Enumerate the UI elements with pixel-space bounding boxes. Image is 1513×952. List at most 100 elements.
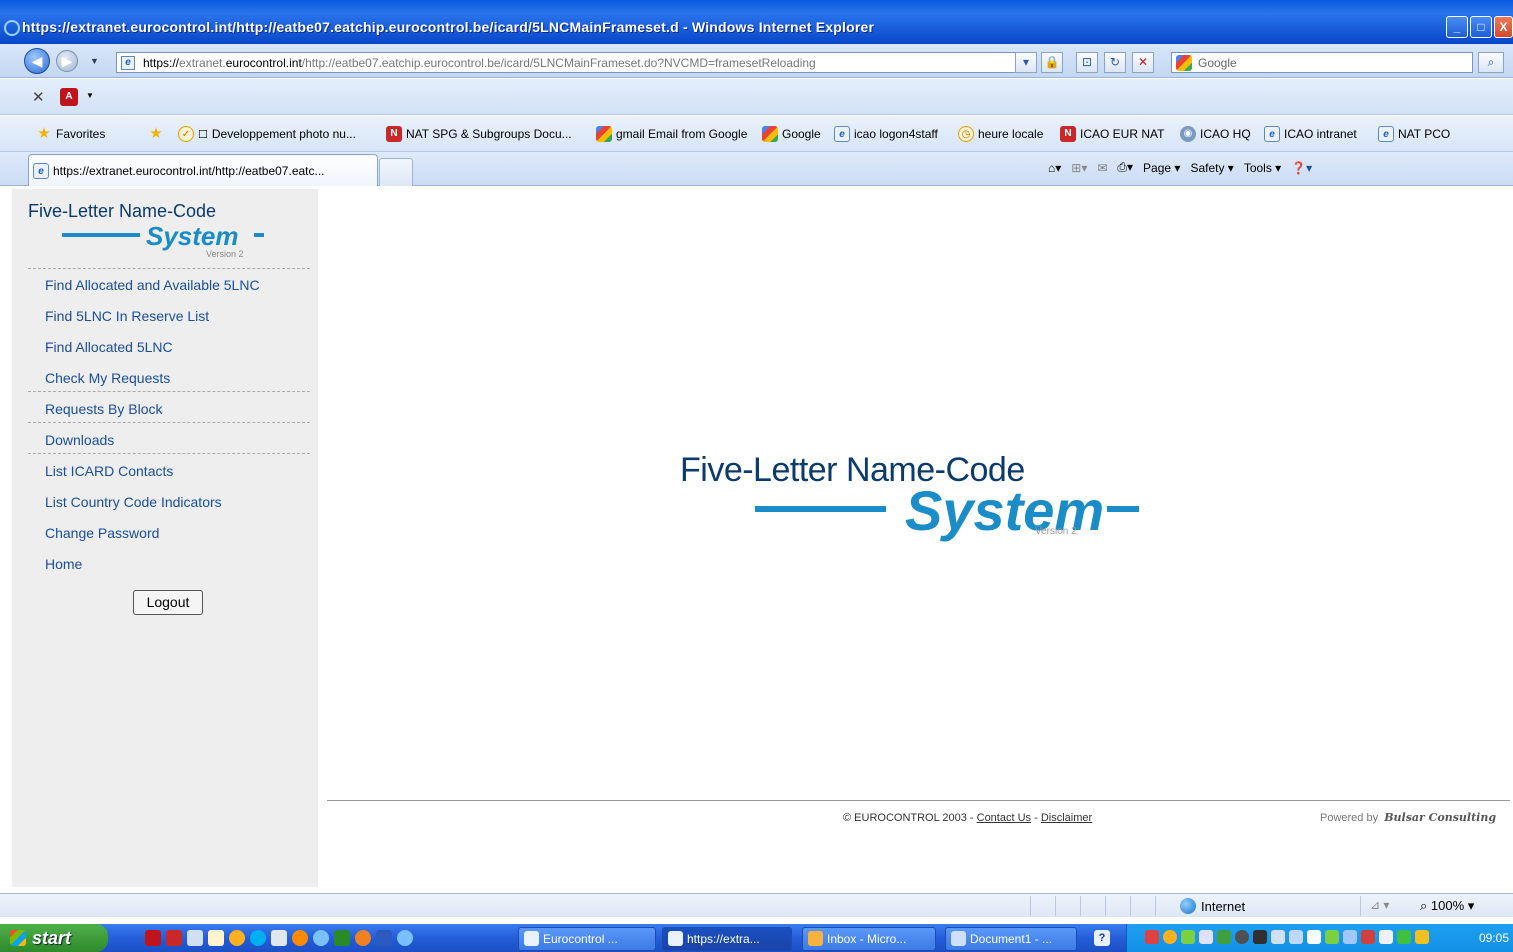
chrome-icon[interactable] — [229, 930, 245, 946]
outlook-icon — [808, 931, 823, 946]
favorite-item[interactable]: gmail Email from Google — [596, 126, 747, 142]
taskbar-item-active[interactable]: https://extra... — [662, 927, 792, 951]
notepad-icon[interactable] — [271, 930, 287, 946]
main-content-frame: Five-Letter Name-Code System Version 2 ©… — [318, 189, 1513, 887]
favorite-item[interactable]: N ICAO EUR NAT — [1060, 126, 1164, 142]
favorite-item[interactable]: N NAT SPG & Subgroups Docu... — [386, 126, 572, 142]
contact-us-link[interactable]: Contact Us — [977, 812, 1031, 824]
footer-divider — [327, 800, 1510, 801]
search-icon[interactable] — [1199, 930, 1213, 944]
network-icon[interactable] — [187, 930, 203, 946]
sync-icon[interactable] — [1379, 930, 1393, 944]
close-button[interactable]: X — [1494, 16, 1513, 38]
filezilla-icon[interactable] — [145, 930, 161, 946]
back-button[interactable]: ◀ — [24, 48, 50, 74]
favorite-item[interactable]: e NAT PCO — [1378, 126, 1450, 142]
tools-menu[interactable]: Tools ▾ — [1244, 161, 1281, 175]
taskbar-item[interactable]: Document1 - ... — [945, 927, 1077, 951]
word-icon[interactable] — [376, 930, 392, 946]
forward-button[interactable]: ▶ — [56, 50, 78, 72]
logout-button[interactable]: Logout — [133, 590, 203, 615]
chevron-down-icon[interactable]: ▼ — [86, 91, 94, 100]
favorite-item[interactable]: ◉ ICAO HQ — [1180, 126, 1251, 142]
tab-active[interactable]: e https://extranet.eurocontrol.int/http:… — [28, 154, 378, 186]
close-toolbar-icon[interactable]: ✕ — [32, 88, 45, 106]
skype-icon[interactable] — [250, 930, 266, 946]
help-icon[interactable]: ❓▾ — [1291, 161, 1312, 175]
compatibility-view-icon[interactable]: ⊡ — [1076, 52, 1098, 73]
ie-icon: e — [33, 163, 49, 179]
stop-icon[interactable]: ✕ — [1132, 52, 1154, 73]
start-button[interactable]: start — [0, 924, 108, 952]
monitor-icon[interactable] — [1343, 930, 1357, 944]
menu-find-allocated-available[interactable]: Find Allocated and Available 5LNC — [45, 277, 260, 293]
address-input[interactable]: e https://extranet.eurocontrol.int/http:… — [116, 52, 1033, 73]
favorite-item[interactable]: e ICAO intranet — [1264, 126, 1357, 142]
disclaimer-link[interactable]: Disclaimer — [1041, 812, 1092, 824]
print-icon[interactable]: ⎙▾ — [1117, 160, 1133, 175]
favorite-item[interactable]: Google — [762, 126, 821, 142]
menu-requests-by-block[interactable]: Requests By Block — [45, 401, 163, 417]
shield-icon[interactable] — [1415, 930, 1429, 944]
ie-icon[interactable] — [397, 930, 413, 946]
refresh-icon[interactable]: ↻ — [1104, 52, 1126, 73]
antivirus-icon[interactable] — [1361, 930, 1375, 944]
address-dropdown-icon[interactable]: ▾ — [1015, 52, 1037, 73]
search-icon[interactable]: ⌕ — [1478, 52, 1504, 73]
menu-divider — [28, 391, 310, 392]
webcam-icon[interactable] — [1235, 930, 1249, 944]
menu-list-icard-contacts[interactable]: List ICARD Contacts — [45, 463, 173, 479]
connection-icon[interactable] — [1397, 930, 1411, 944]
favorite-item[interactable]: ✓ ☐ Developpement photo nu... — [178, 126, 356, 142]
mail-icon[interactable]: ✉ — [1097, 161, 1107, 175]
chrome-icon[interactable] — [1163, 930, 1177, 944]
page-menu[interactable]: Page ▾ — [1143, 161, 1180, 175]
wifi-icon[interactable] — [1307, 930, 1321, 944]
bulsar-consulting-logo[interactable]: Bulsar Consulting — [1384, 811, 1496, 824]
security-icon[interactable] — [1181, 930, 1195, 944]
powered-by: Powered by Bulsar Consulting — [1320, 811, 1497, 824]
ie-icon[interactable] — [313, 930, 329, 946]
safety-menu[interactable]: Safety ▾ — [1190, 161, 1233, 175]
zoom-level[interactable]: ⌕ 100% ▾ — [1420, 898, 1474, 914]
favorite-item[interactable]: e icao logon4staff — [834, 126, 938, 142]
feeds-icon[interactable]: ⊞▾ — [1071, 161, 1087, 175]
help-icon[interactable]: ? — [1094, 930, 1110, 946]
picture-icon[interactable] — [334, 930, 350, 946]
menu-check-my-requests[interactable]: Check My Requests — [45, 370, 170, 386]
menu-find-reserve-list[interactable]: Find 5LNC In Reserve List — [45, 308, 209, 324]
favorite-item[interactable]: ◷ heure locale — [958, 126, 1043, 142]
taskbar-item[interactable]: Inbox - Micro... — [802, 927, 936, 951]
taskbar-item[interactable]: Eurocontrol ... — [518, 927, 656, 951]
tab-title: https://extranet.eurocontrol.int/http://… — [53, 164, 325, 178]
recent-pages-dropdown[interactable]: ▼ — [90, 56, 99, 66]
menu-downloads[interactable]: Downloads — [45, 432, 114, 448]
add-favorite-icon[interactable]: ★ — [148, 126, 164, 142]
menu-change-password[interactable]: Change Password — [45, 525, 159, 541]
search-input[interactable]: Google — [1171, 52, 1473, 73]
update-icon[interactable] — [1217, 930, 1231, 944]
security-zone[interactable]: Internet — [1180, 898, 1245, 914]
maximize-button[interactable]: □ — [1470, 16, 1492, 38]
protected-mode-icon[interactable]: ⊿ ▾ — [1370, 898, 1389, 912]
display-icon[interactable] — [1289, 930, 1303, 944]
ie-icon: e — [834, 126, 850, 142]
photo-icon[interactable] — [208, 930, 224, 946]
device-icon[interactable] — [1325, 930, 1339, 944]
clock[interactable]: 09:05 — [1479, 931, 1509, 945]
network-icon[interactable] — [1145, 930, 1159, 944]
lock-icon[interactable]: 🔒 — [1041, 52, 1063, 73]
minimize-button[interactable]: _ — [1446, 16, 1468, 38]
pdf-icon[interactable]: A — [60, 88, 78, 106]
menu-home[interactable]: Home — [45, 556, 82, 572]
new-tab-button[interactable] — [379, 158, 413, 186]
outlook-icon[interactable] — [355, 930, 371, 946]
volume-icon[interactable] — [1253, 930, 1267, 944]
menu-list-country-codes[interactable]: List Country Code Indicators — [45, 494, 222, 510]
mail-icon[interactable] — [1271, 930, 1285, 944]
menu-find-allocated[interactable]: Find Allocated 5LNC — [45, 339, 173, 355]
home-icon[interactable]: ⌂▾ — [1048, 161, 1061, 175]
nat-icon[interactable] — [166, 930, 182, 946]
favorites-button[interactable]: ★ Favorites — [36, 126, 105, 142]
firefox-icon[interactable] — [292, 930, 308, 946]
